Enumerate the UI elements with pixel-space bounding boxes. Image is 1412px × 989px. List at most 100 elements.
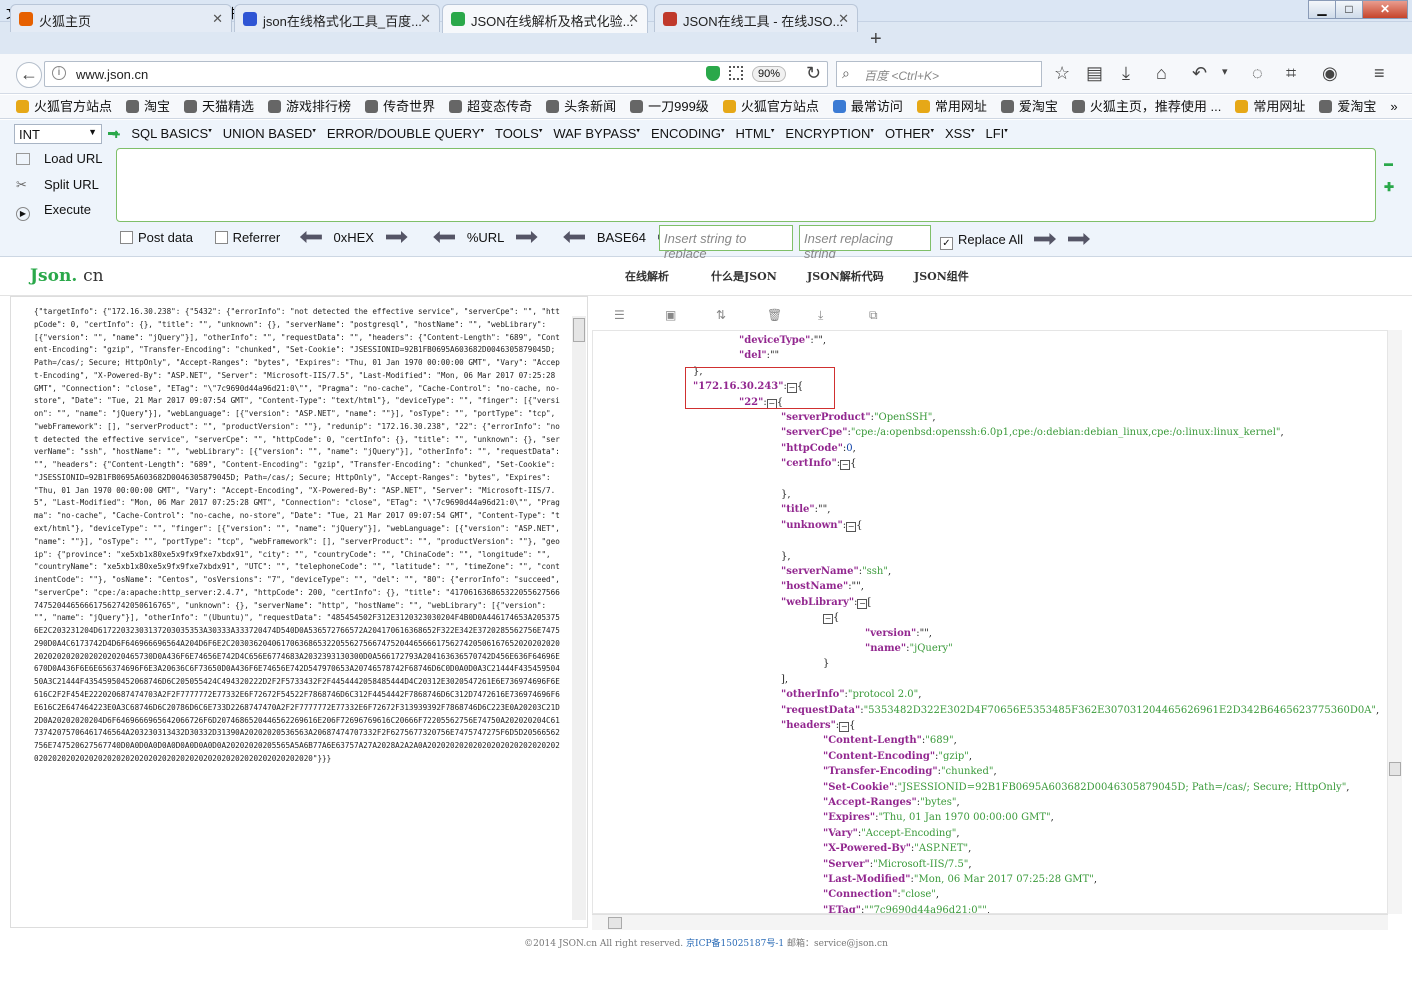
hackbar-menu-item[interactable]: UNION BASED▾ <box>223 126 316 141</box>
hackbar-menu-item[interactable]: ERROR/DOUBLE QUERY▾ <box>327 126 484 141</box>
format-icon[interactable]: ☰ <box>614 308 628 322</box>
bookmark-item[interactable]: 一刀999级 <box>630 95 709 118</box>
bookmark-item[interactable]: 火狐主页，推荐使用 ... <box>1071 95 1221 118</box>
bookmark-item[interactable]: 超变态传奇 <box>449 95 532 118</box>
site-nav-item[interactable]: 什么是JSON <box>711 268 777 284</box>
browser-tab[interactable]: json在线格式化工具_百度... ✕ <box>234 4 440 32</box>
plus-icon[interactable]: ✚ <box>112 130 120 141</box>
close-tab-icon[interactable]: ✕ <box>420 11 431 27</box>
hackbar-menu-item[interactable]: OTHER▾ <box>885 126 934 141</box>
home-icon[interactable]: ⌂ <box>1156 63 1167 84</box>
scroll-thumb[interactable] <box>1389 762 1401 776</box>
browser-tab[interactable]: JSON在线解析及格式化验... ✕ <box>442 4 648 33</box>
copy-icon[interactable]: ⧉ <box>869 308 883 322</box>
scroll-thumb[interactable] <box>608 917 622 929</box>
insert-string-input[interactable]: Insert string to replace <box>659 225 793 261</box>
hackbar-menu-item[interactable]: ENCRYPTION▾ <box>785 126 874 141</box>
bookmark-item[interactable]: 头条新闻 <box>546 95 616 118</box>
scroll-thumb[interactable] <box>573 318 585 342</box>
globe-icon[interactable]: ◉ <box>1322 63 1338 84</box>
qr-code-icon[interactable] <box>729 66 743 80</box>
bookmark-item[interactable]: 传奇世界 <box>365 95 435 118</box>
site-nav-item[interactable]: JSON组件 <box>914 268 969 284</box>
input-scrollbar[interactable] <box>572 316 586 920</box>
hackbar-menu-item[interactable]: HTML▾ <box>736 126 775 141</box>
hamburger-menu-icon[interactable]: ≡ <box>1374 63 1385 84</box>
plus-icon[interactable]: ✚ <box>1384 180 1394 194</box>
close-window-button[interactable]: ✕ <box>1362 0 1408 19</box>
bookmark-item[interactable]: 爱淘宝 <box>1319 95 1376 118</box>
back-button[interactable]: ← <box>16 62 42 88</box>
sort-icon[interactable]: ⇅ <box>716 308 730 322</box>
replace-all-checkbox[interactable]: ✓ Replace All <box>940 232 1023 250</box>
bookmark-item[interactable]: 游戏排行榜 <box>268 95 351 118</box>
execute-button[interactable]: ▶ Execute <box>16 202 91 221</box>
site-nav-item[interactable]: 在线解析 <box>625 268 669 284</box>
collapse-toggle-icon[interactable]: − <box>846 521 857 532</box>
bookmark-item[interactable]: 火狐官方站点 <box>722 95 819 118</box>
type-select[interactable]: INT ▼ <box>14 124 102 144</box>
bookmark-item[interactable]: » <box>1390 95 1397 118</box>
info-icon[interactable]: i <box>52 66 66 80</box>
bookmark-item[interactable]: 爱淘宝 <box>1000 95 1058 118</box>
horizontal-scrollbar[interactable] <box>592 914 1388 930</box>
site-logo[interactable]: Json. cn <box>30 266 104 286</box>
replace-next-button[interactable] <box>1068 233 1090 247</box>
chat-icon[interactable]: ◌ <box>1252 63 1263 84</box>
hackbar-menu-item[interactable]: WAF BYPASS▾ <box>553 126 640 141</box>
hackbar-menu-item[interactable]: ENCODING▾ <box>651 126 725 141</box>
compress-icon[interactable]: ▣ <box>665 308 679 322</box>
url-textarea[interactable] <box>116 148 1376 222</box>
zoom-level[interactable]: 90% <box>752 66 786 82</box>
site-nav-item[interactable]: JSON解析代码 <box>807 268 884 284</box>
new-tab-button[interactable]: + <box>870 28 882 51</box>
close-tab-icon[interactable]: ✕ <box>838 11 849 27</box>
close-tab-icon[interactable]: ✕ <box>628 11 639 27</box>
shield-icon[interactable] <box>706 66 720 81</box>
hackbar-menu-item[interactable]: TOOLS▾ <box>495 126 542 141</box>
collapse-toggle-icon[interactable]: − <box>857 598 868 609</box>
bookmark-item[interactable]: 最常访问 <box>832 95 903 118</box>
minus-icon[interactable]: ▬ <box>1384 158 1393 168</box>
collapse-toggle-icon[interactable]: − <box>823 614 833 625</box>
delete-icon[interactable]: 🗑 <box>767 308 782 322</box>
bookmark-item[interactable]: 常用网址 <box>1235 95 1305 118</box>
collapse-toggle-icon[interactable]: − <box>840 460 851 471</box>
hackbar-menu-item[interactable]: SQL BASICS▾ <box>131 126 211 141</box>
output-scrollbar[interactable] <box>1388 330 1402 914</box>
load-url-button[interactable]: Load URL <box>16 151 103 166</box>
bookmark-item[interactable]: 常用网址 <box>916 95 987 118</box>
json-input-text[interactable]: {"targetInfo": {"172.16.30.238": {"5432"… <box>34 306 564 924</box>
replacing-string-input[interactable]: Insert replacing string <box>799 225 931 261</box>
replace-button[interactable] <box>1034 233 1056 247</box>
hex-decode-button[interactable] <box>299 230 322 245</box>
maximize-button[interactable]: □ <box>1335 0 1363 19</box>
hackbar-menu-item[interactable]: XSS▾ <box>945 126 975 141</box>
library-icon[interactable]: ▤ <box>1086 63 1103 84</box>
reload-icon[interactable]: ↻ <box>806 63 821 84</box>
browser-tab[interactable]: JSON在线工具 - 在线JSO... ✕ <box>654 4 858 32</box>
bookmark-item[interactable]: 天猫精选 <box>184 95 254 118</box>
url-text[interactable]: www.json.cn <box>76 67 148 82</box>
bookmark-item[interactable]: 火狐官方站点 <box>16 95 112 118</box>
post-data-checkbox[interactable]: Post data <box>120 230 193 245</box>
hackbar-menu-item[interactable]: LFI▾ <box>985 126 1007 141</box>
url-decode-button[interactable] <box>433 230 456 245</box>
url-encode-button[interactable] <box>515 230 538 245</box>
undo-icon[interactable]: ↶ <box>1192 63 1207 84</box>
download-icon[interactable]: ⤓ <box>1122 63 1130 84</box>
hex-encode-button[interactable] <box>385 230 408 245</box>
base64-decode-button[interactable] <box>563 230 586 245</box>
referrer-checkbox[interactable]: Referrer <box>214 230 280 245</box>
browser-tab[interactable]: 火狐主页 ✕ <box>10 4 232 32</box>
split-url-button[interactable]: ✂ Split URL <box>16 177 99 193</box>
download-icon[interactable]: ⤓ <box>818 308 832 322</box>
crop-icon[interactable]: ⌗ <box>1286 63 1296 84</box>
collapse-toggle-icon[interactable]: − <box>839 722 850 732</box>
bookmark-item[interactable]: 淘宝 <box>126 95 170 118</box>
chevron-down-icon[interactable]: ▾ <box>1222 65 1228 78</box>
star-icon[interactable]: ☆ <box>1054 63 1070 84</box>
minimize-button[interactable]: ▁ <box>1308 0 1336 19</box>
close-tab-icon[interactable]: ✕ <box>212 11 223 27</box>
icp-link[interactable]: 京ICP备15025187号-1 <box>686 939 784 949</box>
